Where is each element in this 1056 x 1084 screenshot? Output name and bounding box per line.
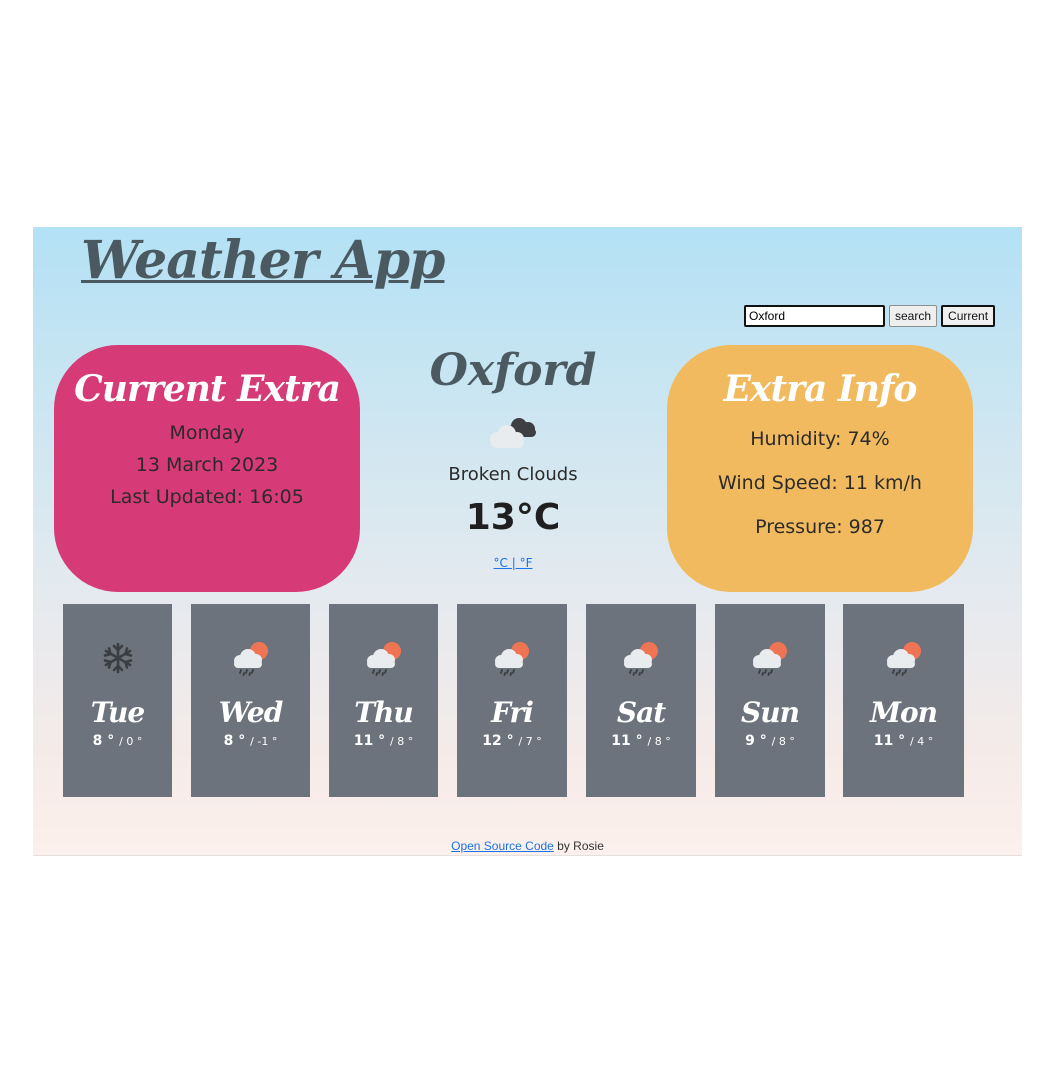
pressure: Pressure: 987	[755, 516, 885, 538]
current-weather: Oxford Broken Clouds 13°C °C | °F	[413, 342, 613, 570]
forecast-card: Tue 8 ° / 0 °	[63, 604, 172, 797]
forecast-max: 8 °	[223, 733, 246, 749]
weather-description: Broken Clouds	[448, 464, 578, 485]
forecast-min: / 8 °	[647, 735, 671, 748]
forecast-temps: 11 ° / 8 °	[586, 733, 696, 749]
current-temperature: 13°C	[465, 497, 561, 538]
forecast-temps: 11 ° / 4 °	[843, 733, 964, 749]
forecast-day: Sat	[616, 696, 666, 729]
humidity: Humidity: 74%	[750, 428, 890, 450]
rain-sun-icon	[886, 642, 921, 676]
forecast-card: Thu 11 ° / 8 °	[329, 604, 438, 797]
city-name: Oxford	[429, 345, 597, 396]
forecast-max: 11 °	[611, 733, 643, 749]
rain-sun-icon	[233, 642, 268, 676]
forecast-min: / 8 °	[390, 735, 414, 748]
extra-info-card: Extra Info Humidity: 74% Wind Speed: 11 …	[667, 345, 973, 592]
forecast-min: / 8 °	[771, 735, 795, 748]
forecast-day: Mon	[869, 696, 938, 729]
current-day: Monday	[169, 422, 245, 444]
weather-app: Weather App search Current Current Extra…	[33, 227, 1022, 856]
forecast-max: 11 °	[353, 733, 386, 749]
app-title: Weather App	[81, 230, 445, 291]
search-form: search Current	[744, 305, 996, 327]
current-date: 13 March 2023	[135, 454, 279, 476]
rain-sun-icon	[624, 642, 658, 676]
source-code-link[interactable]: Open Source Code	[451, 839, 554, 853]
forecast-temps: 9 ° / 8 °	[715, 733, 825, 749]
wind-speed: Wind Speed: 11 km/h	[718, 472, 922, 494]
footer-credit: by Rosie	[553, 839, 604, 853]
forecast-card: Sun 9 ° / 8 °	[715, 604, 825, 797]
search-input[interactable]	[744, 305, 885, 327]
forecast-day: Sun	[741, 696, 800, 729]
rain-sun-icon	[495, 642, 529, 676]
forecast-temps: 8 ° / -1 °	[191, 733, 310, 749]
forecast-card: Wed 8 ° / -1 °	[191, 604, 310, 797]
forecast-temps: 11 ° / 8 °	[329, 733, 438, 749]
forecast-max: 9 °	[745, 733, 767, 749]
forecast-day: Fri	[491, 696, 534, 729]
forecast-min: / 0 °	[119, 735, 143, 748]
forecast-max: 12 °	[482, 733, 514, 749]
forecast-temps: 8 ° / 0 °	[63, 733, 172, 749]
forecast-card: Mon 11 ° / 4 °	[843, 604, 964, 797]
current-extra-title: Current Extra	[74, 368, 341, 410]
forecast-day: Wed	[218, 696, 284, 729]
forecast-min: / 4 °	[910, 735, 934, 748]
forecast-max: 8 °	[92, 733, 115, 749]
forecast-min: / 7 °	[518, 735, 542, 748]
forecast-card: Sat 11 ° / 8 °	[586, 604, 696, 797]
search-button[interactable]: search	[889, 305, 938, 327]
forecast-temps: 12 ° / 7 °	[457, 733, 567, 749]
unit-toggle-link[interactable]: °C | °F	[413, 556, 613, 570]
current-extra-card: Current Extra Monday 13 March 2023 Last …	[54, 345, 360, 592]
forecast-day: Thu	[354, 696, 414, 729]
forecast-min: / -1 °	[250, 735, 278, 748]
footer: Open Source Code by Rosie	[33, 839, 1022, 853]
broken-clouds-icon	[490, 418, 536, 448]
forecast-card: Fri 12 ° / 7 °	[457, 604, 567, 797]
forecast-max: 11 °	[873, 733, 906, 749]
last-updated: Last Updated: 16:05	[110, 486, 304, 508]
snowflake-icon	[103, 642, 132, 674]
rain-sun-icon	[366, 642, 401, 676]
extra-info-title: Extra Info	[723, 368, 918, 410]
rain-sun-icon	[753, 642, 787, 676]
current-location-button[interactable]: Current	[941, 305, 996, 327]
forecast-day: Tue	[90, 696, 145, 729]
